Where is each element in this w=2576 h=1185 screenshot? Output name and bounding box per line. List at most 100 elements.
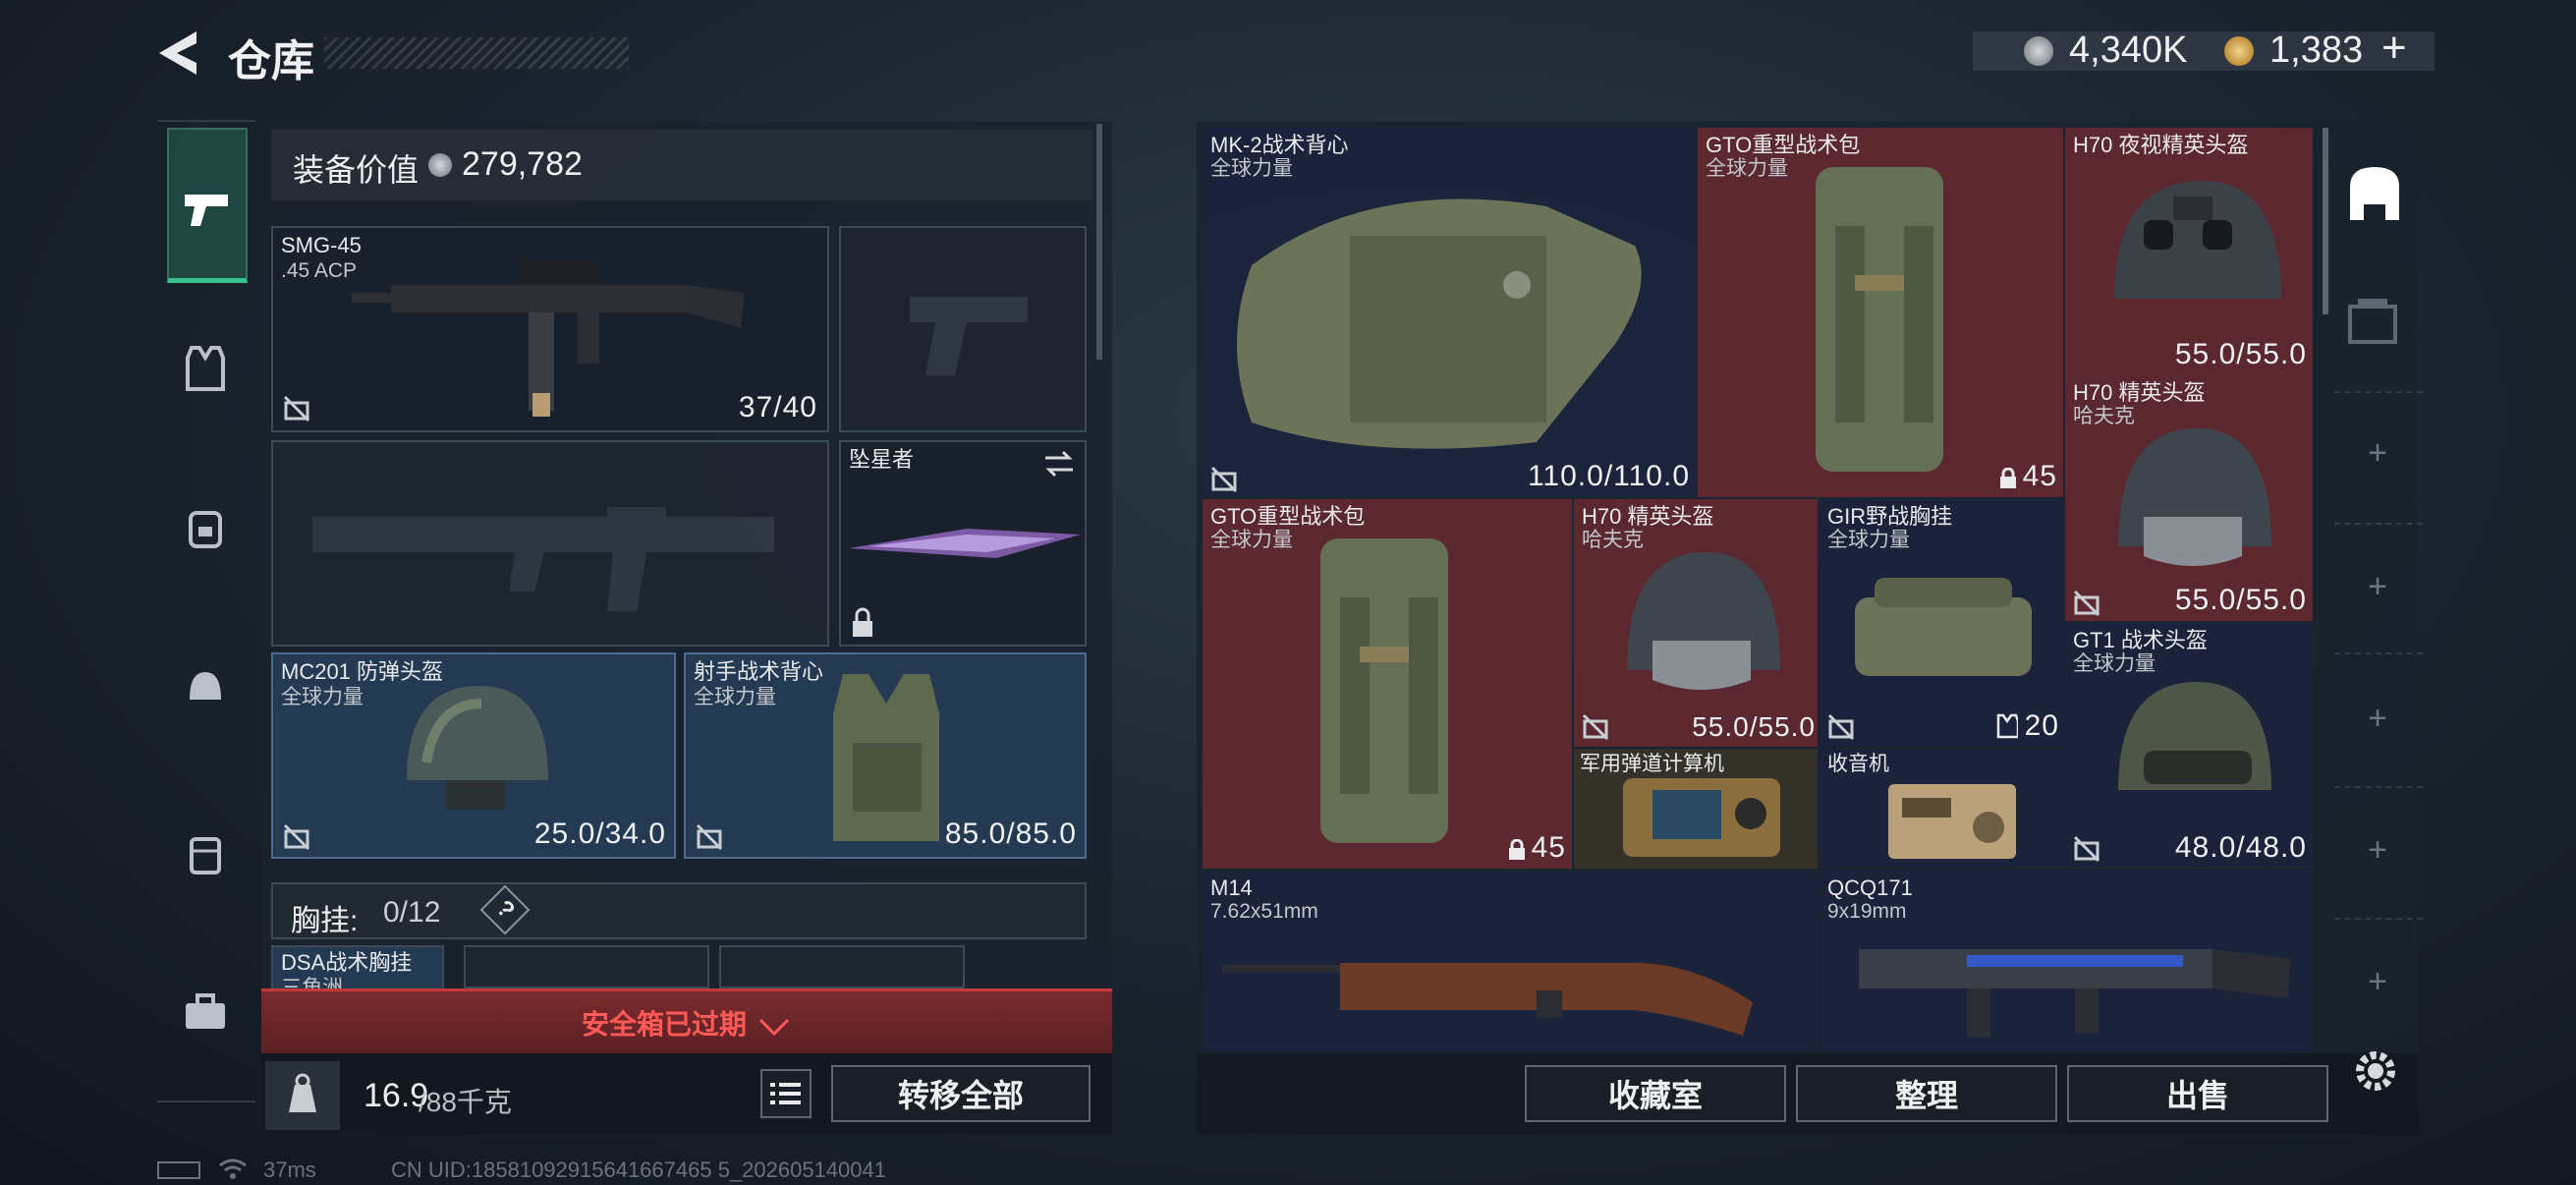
chest-rig-empty-slot[interactable] — [464, 945, 709, 988]
grid-item-h70-nv-helmet[interactable]: H70 夜视精英头盔 55.0/55.0 — [2065, 128, 2313, 375]
no-insurance-icon — [283, 395, 310, 423]
nav-helmet-tab[interactable] — [173, 656, 238, 721]
chest-rig-item-name: DSA战术胸挂 — [281, 950, 413, 975]
mc201-helmet-image — [407, 686, 548, 810]
add-storage-icon[interactable]: + — [2358, 831, 2397, 870]
case-icon — [190, 837, 221, 875]
vest-slot[interactable]: 射手战术背心 全球力量 85.0/85.0 — [684, 652, 1087, 859]
grid-item-radio[interactable]: 收音机 — [1820, 749, 2065, 869]
starfall-knife-image — [849, 529, 1081, 558]
padlock-count-icon — [2000, 468, 2016, 488]
vest-count-icon — [1996, 713, 2018, 739]
item-ammo: 7.62x51mm — [1210, 900, 1318, 923]
item-name: H70 精英头盔 — [1582, 504, 1714, 529]
sell-button[interactable]: 出售 — [2067, 1065, 2328, 1122]
grid-item-qcq171[interactable]: QCQ171 9x19mm — [1820, 871, 2313, 1051]
transfer-all-button[interactable]: 转移全部 — [831, 1065, 1091, 1122]
primary-weapon-name: SMG-45 — [281, 233, 362, 257]
currency-silver-value: 4,340K — [2069, 29, 2188, 71]
chest-rig-item[interactable]: DSA战术胸挂 三角洲 — [271, 945, 444, 994]
add-storage-icon[interactable]: + — [2358, 700, 2397, 738]
gear-icon — [2356, 1051, 2395, 1091]
add-currency-button[interactable]: + — [2381, 24, 2407, 73]
grid-item-gto-backpack[interactable]: GTO重型战术包 全球力量 45 — [1698, 128, 2063, 497]
vest-icon — [186, 346, 225, 391]
battery-icon — [157, 1161, 200, 1179]
m14-rifle-image — [1222, 963, 1753, 1036]
vest-durability: 85.0/85.0 — [944, 818, 1077, 850]
lock-icon — [853, 607, 872, 637]
weight-icon-box — [265, 1061, 340, 1130]
add-storage-icon[interactable]: + — [2358, 963, 2397, 1001]
nav-backpack-tab[interactable] — [173, 495, 238, 560]
safe-box-expired-bar[interactable]: 安全箱已过期 — [261, 988, 1112, 1053]
sidebar-item-warehouse[interactable] — [2342, 161, 2407, 226]
add-storage-icon[interactable]: + — [2358, 434, 2397, 473]
grid-item-m14[interactable]: M14 7.62x51mm — [1203, 871, 1818, 1051]
no-insurance-icon — [283, 823, 310, 851]
chest-rig-count: 0/12 — [383, 896, 441, 929]
title-underline-decoration — [324, 37, 629, 69]
primary-ammo-count: 37/40 — [738, 391, 817, 423]
gto-backpack-image — [1816, 167, 1943, 472]
storage-cabinet-icon — [2348, 299, 2397, 344]
back-arrow-icon — [159, 31, 196, 75]
collection-room-button[interactable]: 收藏室 — [1525, 1065, 1786, 1122]
nav-case-tab[interactable] — [173, 821, 238, 886]
nav-vest-tab[interactable] — [173, 336, 238, 401]
loadout-scrollbar[interactable] — [1096, 124, 1102, 360]
add-storage-icon[interactable]: + — [2358, 568, 2397, 606]
chevron-down-icon — [758, 1018, 790, 1036]
item-name: H70 夜视精英头盔 — [2073, 133, 2249, 157]
silver-coin-icon — [428, 153, 452, 177]
gto-backpack-image — [1320, 538, 1448, 843]
help-icon[interactable]: ? — [479, 884, 531, 935]
settings-button[interactable] — [2348, 1044, 2403, 1099]
no-insurance-icon — [2073, 590, 2100, 617]
nav-weapons-tab[interactable] — [167, 128, 248, 283]
item-faction: 全球力量 — [1827, 529, 1910, 551]
chest-rig-empty-slot[interactable] — [719, 945, 965, 988]
page-title: 仓库 — [228, 37, 314, 85]
grid-item-mk2-vest[interactable]: MK-2战术背心 全球力量 110.0/110.0 — [1203, 128, 1696, 497]
item-durability: 55.0/55.0 — [2174, 338, 2307, 370]
helmet-slot[interactable]: MC201 防弹头盔 全球力量 25.0/34.0 — [271, 652, 676, 859]
grid-item-ballistic-computer[interactable]: 军用弹道计算机 — [1574, 749, 1818, 869]
sidebar-item-storage-2[interactable] — [2344, 293, 2407, 348]
storage-scrollbar[interactable] — [2323, 128, 2328, 314]
nav-briefcase-tab[interactable] — [173, 981, 238, 1045]
grid-item-gir-chest-rig[interactable]: GIR野战胸挂 全球力量 20 — [1820, 499, 2065, 747]
item-durability: 110.0/110.0 — [1527, 460, 1690, 492]
item-durability: 48.0/48.0 — [2174, 831, 2307, 864]
item-count: 20 — [2024, 709, 2059, 742]
warehouse-icon — [2350, 167, 2399, 220]
grid-item-h70-helmet-a[interactable]: H70 精英头盔 哈夫克 55.0/55.0 — [2065, 375, 2313, 621]
padlock-count-icon — [1509, 839, 1525, 860]
gir-chest-rig-image — [1855, 578, 2032, 676]
grid-item-gt1-helmet[interactable]: GT1 战术头盔 全球力量 48.0/48.0 — [2065, 623, 2313, 869]
secondary-weapon-slot[interactable] — [839, 226, 1087, 432]
list-view-button[interactable] — [760, 1069, 812, 1118]
silver-coin-icon — [2024, 36, 2053, 66]
gold-coin-icon — [2224, 36, 2254, 66]
chest-rig-bar: 胸挂: 0/12 ? — [271, 882, 1087, 939]
mk2-vest-image — [1237, 198, 1642, 449]
currency-gold-value: 1,383 — [2269, 29, 2364, 71]
primary-weapon-slot[interactable]: SMG-45 .45 ACP 37/40 — [271, 226, 829, 432]
kg-weight-icon — [289, 1073, 316, 1112]
no-insurance-icon — [696, 823, 723, 851]
organize-button[interactable]: 整理 — [1796, 1065, 2057, 1122]
back-button[interactable] — [155, 28, 204, 79]
rifle-slot[interactable] — [271, 440, 829, 647]
item-durability: 55.0/55.0 — [2174, 584, 2307, 616]
grid-item-h70-helmet-b[interactable]: H70 精英头盔 哈夫克 55.0/55.0 — [1574, 499, 1818, 747]
list-icon — [770, 1083, 801, 1104]
grid-item-gto-backpack-2[interactable]: GTO重型战术包 全球力量 45 — [1203, 499, 1572, 869]
backpack-icon — [189, 511, 222, 548]
melee-slot[interactable]: 坠星者 — [839, 440, 1087, 647]
primary-weapon-ammo: .45 ACP — [281, 259, 358, 282]
smg-image — [352, 259, 745, 417]
equipment-value-label: 装备价值 — [293, 152, 420, 188]
swap-icon[interactable] — [1041, 448, 1077, 480]
item-durability: 55.0/55.0 — [1692, 711, 1816, 742]
